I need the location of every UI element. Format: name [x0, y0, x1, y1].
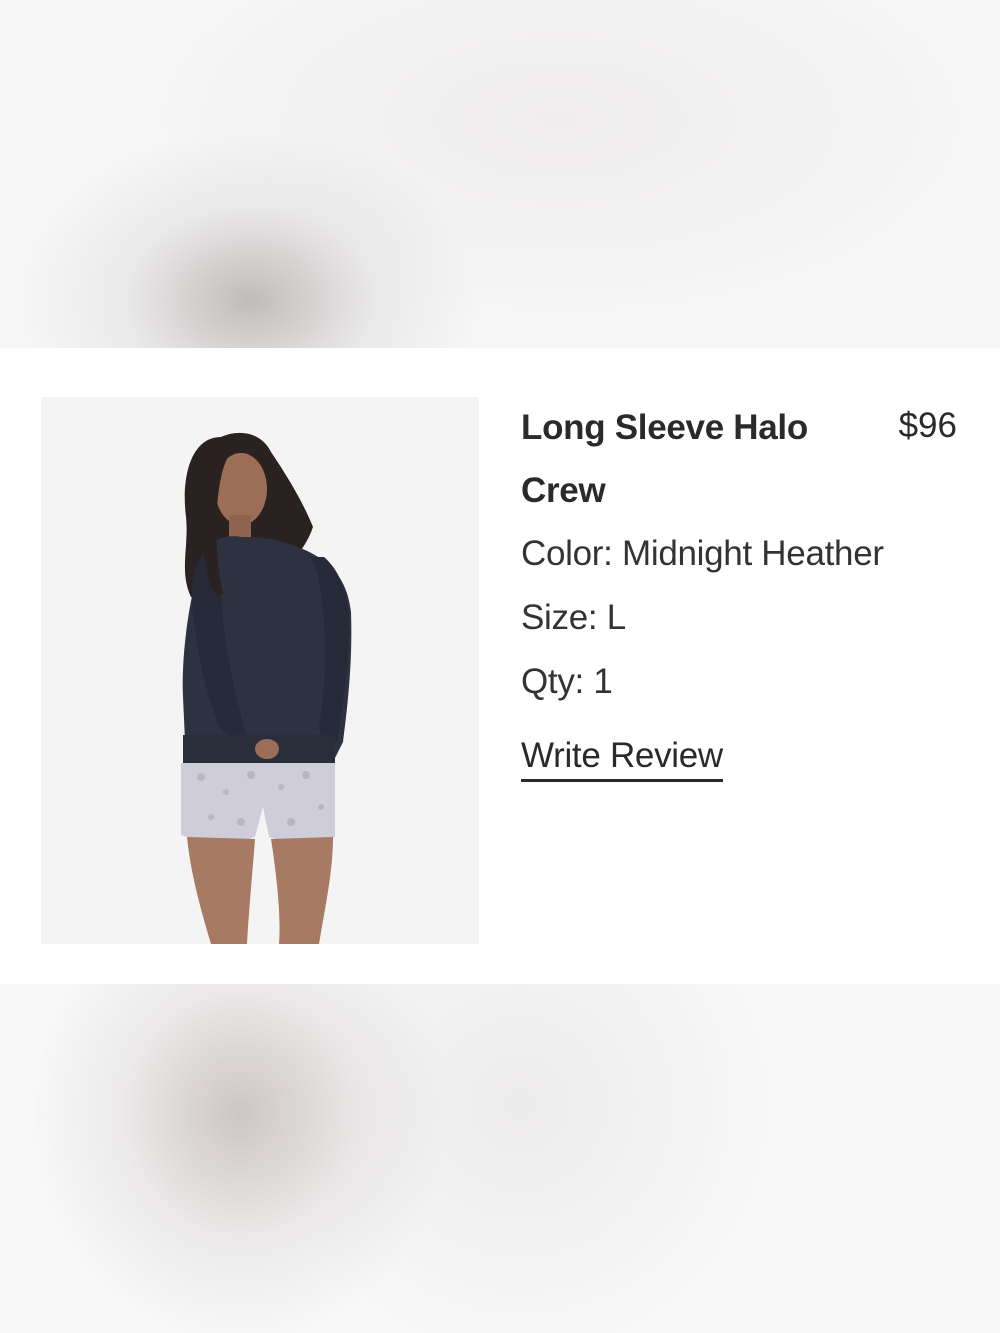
product-color: Color: Midnight Heather	[521, 534, 884, 573]
product-name[interactable]: Long Sleeve Halo Crew	[521, 396, 851, 522]
product-header: Long Sleeve Halo Crew $96	[521, 396, 961, 522]
product-image[interactable]	[41, 397, 479, 944]
blurred-background-bottom	[0, 984, 1000, 1333]
order-item-screen: Long Sleeve Halo Crew $96 Color: Midnigh…	[0, 0, 1000, 1333]
blurred-background-top	[0, 0, 1000, 348]
model-photo-illustration	[41, 397, 479, 944]
product-info: Long Sleeve Halo Crew $96 Color: Midnigh…	[521, 398, 961, 782]
product-size: Size: L	[521, 598, 626, 637]
product-price: $96	[898, 406, 957, 445]
order-item-card: Long Sleeve Halo Crew $96 Color: Midnigh…	[0, 348, 1000, 984]
product-quantity: Qty: 1	[521, 662, 613, 701]
write-review-link[interactable]: Write Review	[521, 734, 723, 782]
